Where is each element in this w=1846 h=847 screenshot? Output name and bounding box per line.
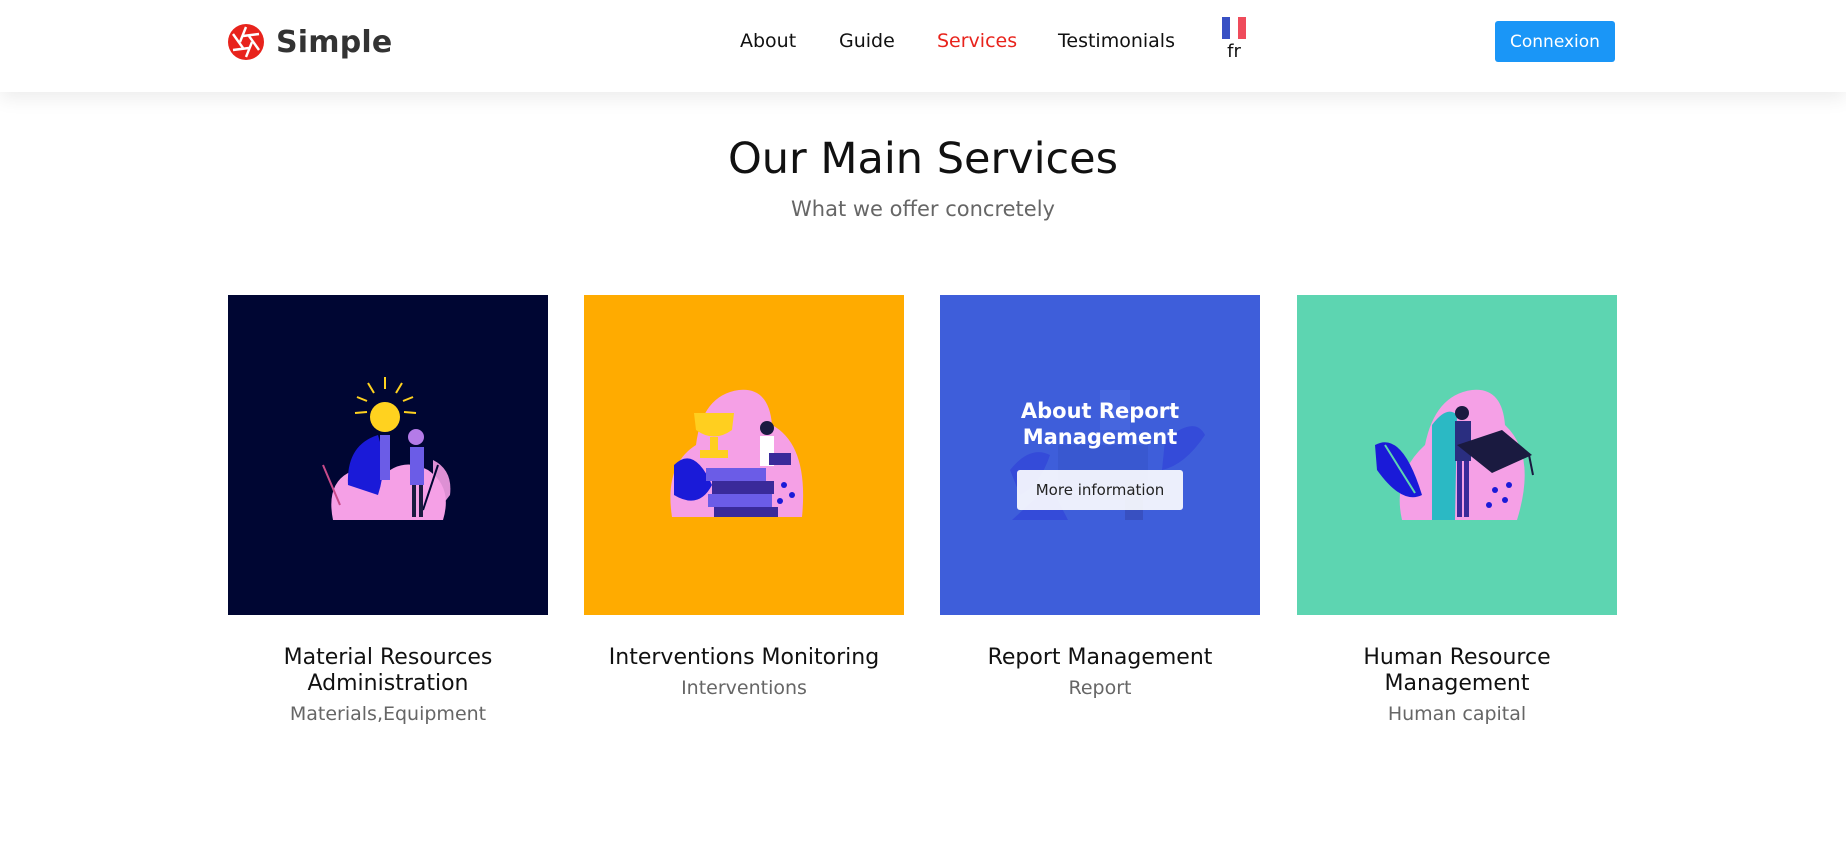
service-card-subtitle: Report bbox=[1068, 677, 1132, 699]
service-card-title: Report Management bbox=[987, 645, 1213, 670]
section-title: Our Main Services bbox=[727, 134, 1119, 184]
service-card-subtitle: Human capital bbox=[1387, 703, 1527, 725]
service-card-title: Material Resources Administration bbox=[283, 645, 493, 696]
service-card-hover-overlay: About Report Management More information bbox=[940, 295, 1260, 615]
service-card-human-resources[interactable]: Human Resource Management Human capital bbox=[1297, 295, 1617, 725]
service-card-image[interactable] bbox=[1297, 295, 1617, 615]
brand-name: Simple bbox=[276, 24, 393, 60]
nav-link-services[interactable]: Services bbox=[937, 30, 1017, 52]
top-navbar: Simple About Guide Services Testimonials… bbox=[0, 0, 1846, 92]
service-card-image[interactable]: About Report Management More information bbox=[940, 295, 1260, 615]
nav-link-testimonials[interactable]: Testimonials bbox=[1058, 30, 1175, 52]
overlay-title: About Report Management bbox=[1020, 399, 1180, 449]
service-card-image[interactable] bbox=[228, 295, 548, 615]
service-card-interventions[interactable]: Interventions Monitoring Interventions bbox=[584, 295, 904, 699]
language-switcher[interactable]: fr bbox=[1221, 17, 1247, 62]
service-card-report-management[interactable]: About Report Management More information… bbox=[940, 295, 1260, 699]
section-subtitle: What we offer concretely bbox=[791, 197, 1055, 221]
service-card-title: Interventions Monitoring bbox=[608, 645, 880, 670]
idea-lightbulb-illustration bbox=[322, 377, 451, 520]
more-information-button[interactable]: More information bbox=[1017, 470, 1183, 510]
service-card-title: Human Resource Management bbox=[1363, 645, 1551, 696]
shutter-logo-icon bbox=[228, 24, 264, 60]
service-card-material-resources[interactable]: Material Resources Administration Materi… bbox=[228, 295, 548, 725]
nav-link-about[interactable]: About bbox=[740, 30, 796, 52]
france-flag-icon bbox=[1222, 17, 1246, 39]
trophy-books-illustration bbox=[670, 389, 804, 517]
graduation-cap-illustration bbox=[1375, 389, 1534, 520]
brand-logo[interactable]: Simple bbox=[228, 24, 392, 60]
connexion-button[interactable]: Connexion bbox=[1495, 21, 1615, 62]
language-code: fr bbox=[1227, 41, 1241, 62]
service-card-subtitle: Materials,Equipment bbox=[289, 703, 487, 725]
nav-link-guide[interactable]: Guide bbox=[839, 30, 895, 52]
service-card-image[interactable] bbox=[584, 295, 904, 615]
service-card-subtitle: Interventions bbox=[681, 677, 807, 699]
